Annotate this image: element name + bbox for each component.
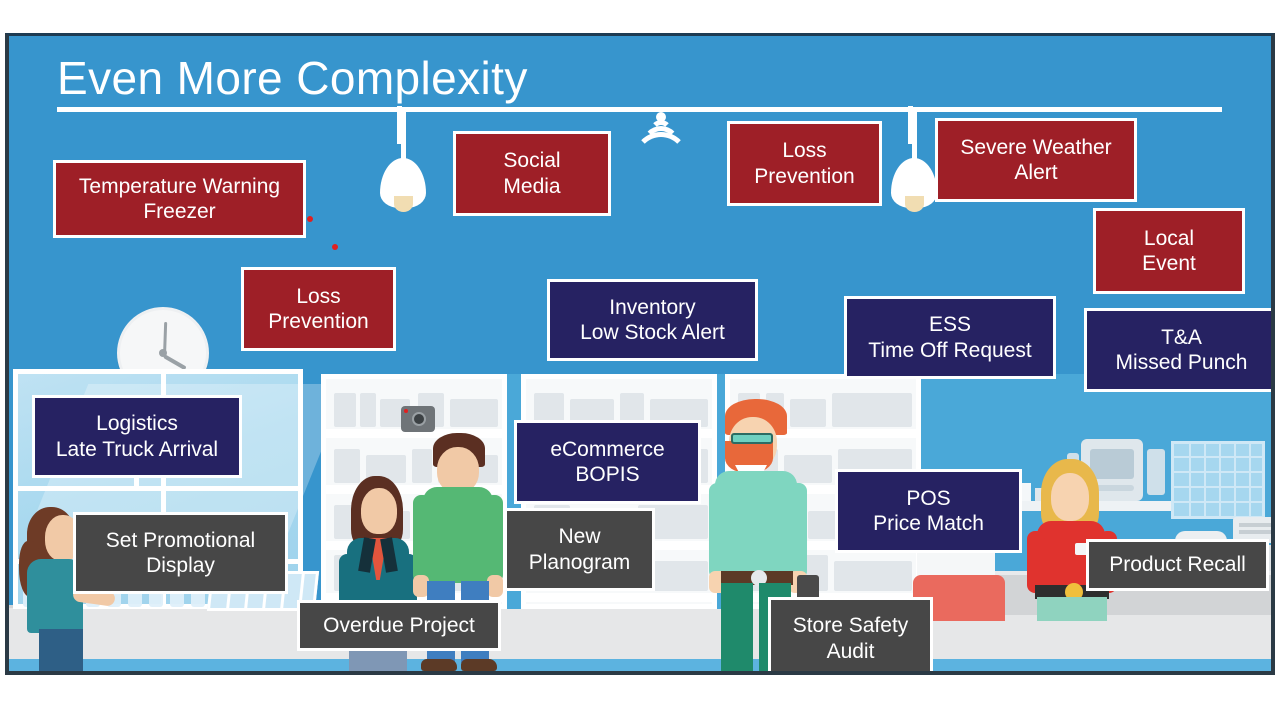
lamp-bulb bbox=[905, 196, 924, 212]
tag-product-recall[interactable]: Product Recall bbox=[1086, 539, 1269, 591]
presentation-slide: Even More Complexity Temperature Warning… bbox=[5, 33, 1275, 675]
pendant-lamp-icon bbox=[891, 112, 937, 212]
wall-calendar bbox=[1171, 441, 1265, 519]
pendant-lamp-icon bbox=[380, 112, 426, 212]
tag-label: New Planogram bbox=[528, 525, 631, 574]
tag-new-planogram[interactable]: New Planogram bbox=[504, 508, 655, 591]
page-title: Even More Complexity bbox=[57, 52, 528, 104]
tag-ess-time-off-request[interactable]: ESS Time Off Request bbox=[844, 296, 1056, 379]
tag-label: Severe Weather Alert bbox=[960, 135, 1112, 184]
lamp-bulb bbox=[394, 196, 413, 212]
tag-label: Logistics Late Truck Arrival bbox=[55, 412, 219, 461]
tag-local-event[interactable]: Local Event bbox=[1093, 208, 1245, 294]
glasses-icon bbox=[731, 433, 773, 444]
tag-label: Local Event bbox=[1142, 226, 1196, 275]
top-margin bbox=[0, 0, 1280, 33]
tag-label: Overdue Project bbox=[323, 613, 475, 637]
tag-label: Temperature Warning Freezer bbox=[78, 174, 281, 223]
tag-logistics-late-truck-arrival[interactable]: Logistics Late Truck Arrival bbox=[32, 395, 242, 478]
tag-temperature-warning-freezer[interactable]: Temperature Warning Freezer bbox=[53, 160, 306, 238]
tag-store-safety-audit[interactable]: Store Safety Audit bbox=[768, 597, 933, 675]
tag-set-promotional-display[interactable]: Set Promotional Display bbox=[73, 512, 288, 594]
tag-label: Inventory Low Stock Alert bbox=[580, 295, 725, 344]
camera-lens bbox=[412, 412, 426, 426]
tag-inventory-low-stock-alert[interactable]: Inventory Low Stock Alert bbox=[547, 279, 758, 361]
camera-led bbox=[404, 409, 408, 413]
tag-loss-prevention-top[interactable]: Loss Prevention bbox=[727, 121, 882, 206]
security-camera-icon bbox=[401, 406, 435, 432]
tag-label: POS Price Match bbox=[873, 486, 984, 535]
slide-canvas: Even More Complexity Temperature Warning… bbox=[0, 0, 1280, 721]
cashier-skirt bbox=[1037, 597, 1107, 621]
tag-loss-prevention-left[interactable]: Loss Prevention bbox=[241, 267, 396, 351]
bottom-margin bbox=[0, 675, 1280, 721]
clock-center-pin bbox=[159, 349, 167, 357]
connector-line bbox=[908, 106, 913, 144]
tag-overdue-project[interactable]: Overdue Project bbox=[297, 600, 501, 651]
tag-label: Loss Prevention bbox=[754, 139, 855, 188]
tag-ta-missed-punch[interactable]: T&A Missed Punch bbox=[1084, 308, 1271, 392]
tag-social-media[interactable]: Social Media bbox=[453, 131, 611, 216]
tag-severe-weather-alert[interactable]: Severe Weather Alert bbox=[935, 118, 1137, 202]
tag-label: T&A Missed Punch bbox=[1115, 325, 1248, 374]
alert-dot bbox=[332, 244, 338, 250]
tag-label: Product Recall bbox=[1109, 553, 1246, 577]
floor-baseboard bbox=[9, 659, 1271, 671]
tag-label: Social Media bbox=[503, 149, 561, 198]
connector-line bbox=[397, 106, 402, 144]
tag-ecommerce-bopis[interactable]: eCommerce BOPIS bbox=[514, 420, 701, 504]
tag-pos-price-match[interactable]: POS Price Match bbox=[835, 469, 1022, 553]
cooler-shelf bbox=[18, 486, 298, 491]
tag-label: Store Safety Audit bbox=[792, 614, 909, 663]
tag-label: ESS Time Off Request bbox=[868, 313, 1032, 362]
alert-dot bbox=[307, 216, 313, 222]
wifi-arc bbox=[633, 132, 689, 188]
tag-label: Loss Prevention bbox=[268, 284, 369, 333]
tag-label: Set Promotional Display bbox=[105, 528, 256, 577]
tag-label: eCommerce BOPIS bbox=[550, 437, 665, 486]
wifi-signal-icon bbox=[629, 110, 693, 164]
